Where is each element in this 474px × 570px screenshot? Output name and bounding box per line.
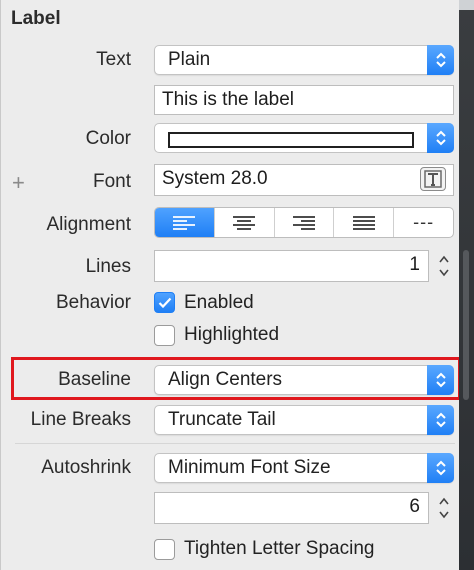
- tighten-letter-spacing-checkbox[interactable]: [154, 539, 175, 560]
- minimum-font-size-value: 6: [409, 496, 420, 517]
- color-swatch: [168, 132, 414, 148]
- adjacent-editor-edge: [459, 0, 474, 570]
- font-field[interactable]: System 28.0: [154, 164, 454, 196]
- minimum-font-size-field[interactable]: 6: [154, 492, 429, 524]
- autoshrink-value: Minimum Font Size: [168, 457, 331, 478]
- align-center-button[interactable]: [213, 208, 274, 237]
- label-text-value: This is the label: [162, 89, 295, 110]
- enabled-checkbox[interactable]: [154, 292, 175, 313]
- edge-cap: [459, 0, 474, 10]
- text-label: Text: [96, 49, 131, 70]
- font-value: System 28.0: [162, 168, 268, 189]
- stepper-arrows-icon: [439, 255, 449, 277]
- baseline-value: Align Centers: [168, 369, 283, 390]
- align-natural-button[interactable]: ---: [393, 208, 453, 237]
- align-right-button[interactable]: [273, 208, 334, 237]
- color-popup-arrows[interactable]: [427, 123, 454, 153]
- attributes-inspector-panel: Label Text Plain This is the label Color…: [0, 0, 461, 570]
- text-type-value: Plain: [168, 49, 211, 70]
- baseline-label: Baseline: [58, 369, 131, 390]
- align-natural-label: ---: [413, 212, 435, 232]
- align-justify-icon: [352, 215, 375, 230]
- highlighted-label: Highlighted: [184, 324, 280, 345]
- autoshrink-popup[interactable]: Minimum Font Size: [154, 453, 454, 483]
- tighten-letter-spacing-label: Tighten Letter Spacing: [184, 538, 375, 559]
- minimum-font-size-stepper[interactable]: [433, 492, 455, 524]
- add-variation-plus-icon[interactable]: +: [12, 170, 25, 196]
- align-center-icon: [233, 215, 256, 230]
- stepper-arrows-icon: [439, 497, 449, 519]
- align-right-icon: [292, 215, 315, 230]
- lines-field[interactable]: 1: [154, 250, 429, 282]
- align-justify-button[interactable]: [333, 208, 393, 237]
- align-left-button[interactable]: [155, 208, 214, 237]
- autoshrink-label: Autoshrink: [41, 457, 131, 478]
- color-well[interactable]: [154, 123, 454, 153]
- color-label: Color: [85, 128, 131, 149]
- updown-arrows-icon: [427, 365, 454, 395]
- alignment-segmented-control: ---: [154, 207, 454, 238]
- font-label: Font: [92, 171, 131, 192]
- enabled-label: Enabled: [184, 292, 254, 313]
- align-left-icon: [173, 215, 196, 230]
- updown-arrows-icon: [427, 405, 454, 435]
- updown-arrows-icon: [427, 453, 454, 483]
- lines-stepper[interactable]: [433, 250, 455, 282]
- behavior-label: Behavior: [56, 292, 131, 313]
- updown-arrows-icon: [435, 130, 446, 146]
- text-type-popup[interactable]: Plain: [154, 45, 454, 75]
- scrollbar-thumb[interactable]: [463, 250, 469, 400]
- alignment-label: Alignment: [46, 214, 132, 235]
- updown-arrows-icon: [427, 45, 454, 75]
- line-breaks-value: Truncate Tail: [168, 409, 276, 430]
- label-text-field[interactable]: This is the label: [154, 85, 454, 115]
- font-picker-icon[interactable]: [420, 167, 446, 191]
- baseline-popup[interactable]: Align Centers: [154, 365, 454, 395]
- line-breaks-popup[interactable]: Truncate Tail: [154, 405, 454, 435]
- checkmark-icon: [158, 297, 171, 308]
- line-breaks-label: Line Breaks: [30, 409, 131, 430]
- divider: [15, 443, 455, 444]
- highlighted-checkbox[interactable]: [154, 325, 175, 346]
- lines-label: Lines: [85, 256, 131, 277]
- lines-value: 1: [409, 254, 420, 275]
- section-title: Label: [11, 8, 61, 29]
